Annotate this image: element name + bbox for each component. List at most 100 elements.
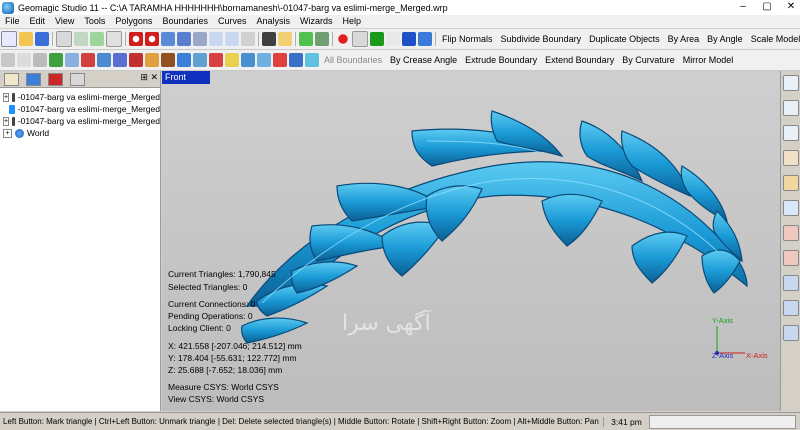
extrude-boundary-button[interactable]: Extrude Boundary (461, 55, 541, 65)
watermark-logo: آگهی سرا (342, 311, 431, 336)
dialog-tab[interactable] (48, 72, 63, 86)
menu-analysis[interactable]: Analysis (252, 15, 296, 28)
toolbar-divider (125, 32, 126, 46)
select-rectangle-icon[interactable] (783, 75, 799, 91)
relax-boundary-icon[interactable] (289, 53, 303, 67)
plane-cut-icon[interactable] (193, 53, 207, 67)
tree-item-world[interactable]: + World (0, 127, 160, 139)
menu-help[interactable]: Help (338, 15, 367, 28)
view-front-icon[interactable] (783, 300, 799, 316)
panel-controls[interactable]: ⊞ ✕ (140, 72, 158, 83)
fit-boundary-icon[interactable] (257, 53, 271, 67)
mirror-model-button[interactable]: Mirror Model (679, 55, 738, 65)
minimize-button[interactable]: – (736, 1, 750, 13)
decimate-icon[interactable] (97, 53, 111, 67)
select-icon[interactable] (56, 31, 72, 47)
boolean-icon[interactable] (209, 53, 223, 67)
duplicate-objects-button[interactable]: Duplicate Objects (585, 34, 664, 44)
reduce-noise-icon[interactable] (17, 53, 31, 67)
view-side-icon[interactable] (783, 325, 799, 341)
camera-icon[interactable] (262, 32, 276, 46)
maximize-button[interactable]: ▢ (760, 1, 774, 13)
zoom-out-icon[interactable] (225, 32, 239, 46)
model-manager-tab[interactable] (4, 72, 19, 86)
play-icon[interactable] (370, 32, 384, 46)
color-icon[interactable] (402, 32, 416, 46)
select-brush-icon[interactable] (783, 150, 799, 166)
grid-select-icon[interactable] (106, 31, 122, 47)
subdivide-boundary-button[interactable]: Subdivide Boundary (497, 34, 586, 44)
status-bar: Left Button: Mark triangle | Ctrl+Left B… (0, 412, 800, 430)
geomagic-app-icon (2, 1, 14, 14)
menu-wizards[interactable]: Wizards (295, 15, 338, 28)
close-button[interactable]: ✕ (784, 1, 798, 13)
shell-icon[interactable] (161, 53, 175, 67)
select-through-icon[interactable] (783, 200, 799, 216)
results-tab[interactable] (70, 72, 85, 86)
menu-view[interactable]: View (50, 15, 79, 28)
by-area-button[interactable]: By Area (664, 34, 704, 44)
relax-icon[interactable] (81, 53, 95, 67)
move-icon[interactable] (90, 32, 104, 46)
select-lasso-icon[interactable] (783, 125, 799, 141)
stop-icon[interactable] (352, 31, 368, 47)
lasso-icon[interactable] (74, 32, 88, 46)
tree-item-model-3[interactable]: + -01047-barg va eslimi-merge_Merged (0, 115, 160, 127)
mesh-doctor-icon[interactable] (33, 53, 47, 67)
new-file-icon[interactable] (1, 31, 17, 47)
by-curvature-button[interactable]: By Curvature (618, 55, 679, 65)
sharpen-icon[interactable] (129, 53, 143, 67)
by-crease-angle-button[interactable]: By Crease Angle (386, 55, 461, 65)
expand-icon[interactable]: + (3, 128, 12, 138)
pan-icon[interactable] (193, 32, 207, 46)
progress-field (649, 414, 796, 429)
menu-file[interactable]: File (0, 15, 25, 28)
expand-icon[interactable]: + (3, 92, 10, 102)
trim-icon[interactable] (177, 53, 191, 67)
select-ellipse-icon[interactable] (783, 100, 799, 116)
current-connections-text: Current Connections: 0 (168, 299, 256, 309)
extend-boundary-button[interactable]: Extend Boundary (541, 55, 618, 65)
window-title: Geomagic Studio 11 -- C:\A TARAMHA HHHHH… (18, 2, 448, 13)
pencil-icon[interactable] (278, 32, 292, 46)
target-red-icon[interactable] (129, 32, 143, 46)
straighten-icon[interactable] (273, 53, 287, 67)
expand-icon[interactable]: + (3, 116, 10, 126)
record-icon[interactable] (336, 32, 350, 46)
refine-icon[interactable] (113, 53, 127, 67)
fill-holes-icon[interactable] (49, 53, 63, 67)
macro-icon[interactable] (299, 32, 313, 46)
graphics-viewport[interactable]: Front Y-Axis Z-Axis X-Axis آگهی سرا Curr… (162, 71, 780, 411)
by-angle-button[interactable]: By Angle (703, 34, 747, 44)
rotate-icon[interactable] (177, 32, 191, 46)
zoom-in-icon[interactable] (209, 32, 223, 46)
menu-curves[interactable]: Curves (213, 15, 252, 28)
tree-item-model-2[interactable]: -01047-barg va eslimi-merge_Merged (0, 103, 160, 115)
script-icon[interactable] (315, 32, 329, 46)
display-tab[interactable] (26, 72, 41, 86)
select-by-color-icon[interactable] (783, 250, 799, 266)
menu-polygons[interactable]: Polygons (110, 15, 157, 28)
menu-edit[interactable]: Edit (25, 15, 51, 28)
open-file-icon[interactable] (19, 32, 33, 46)
view-cube-icon[interactable] (783, 275, 799, 291)
target-red-icon-2[interactable] (145, 32, 159, 46)
dropdown-icon[interactable] (386, 32, 400, 46)
paintbrush-icon[interactable] (783, 175, 799, 191)
star-icon[interactable] (161, 32, 175, 46)
cube-icon[interactable] (418, 32, 432, 46)
scale-model-button[interactable]: Scale Model (747, 34, 800, 44)
edit-boundary-icon[interactable] (241, 53, 255, 67)
zoom-fit-icon[interactable] (241, 32, 255, 46)
menu-tools[interactable]: Tools (79, 15, 110, 28)
delete-icon[interactable] (1, 53, 15, 67)
menu-boundaries[interactable]: Boundaries (157, 15, 213, 28)
tree-item-model-1[interactable]: + -01047-barg va eslimi-merge_Merged (0, 91, 160, 103)
save-icon[interactable] (35, 32, 49, 46)
smooth-icon[interactable] (65, 53, 79, 67)
boundary-icon[interactable] (225, 53, 239, 67)
flip-normals-button[interactable]: Flip Normals (438, 34, 497, 44)
offset-icon[interactable] (145, 53, 159, 67)
select-visible-icon[interactable] (783, 225, 799, 241)
create-boundary-icon[interactable] (305, 53, 319, 67)
